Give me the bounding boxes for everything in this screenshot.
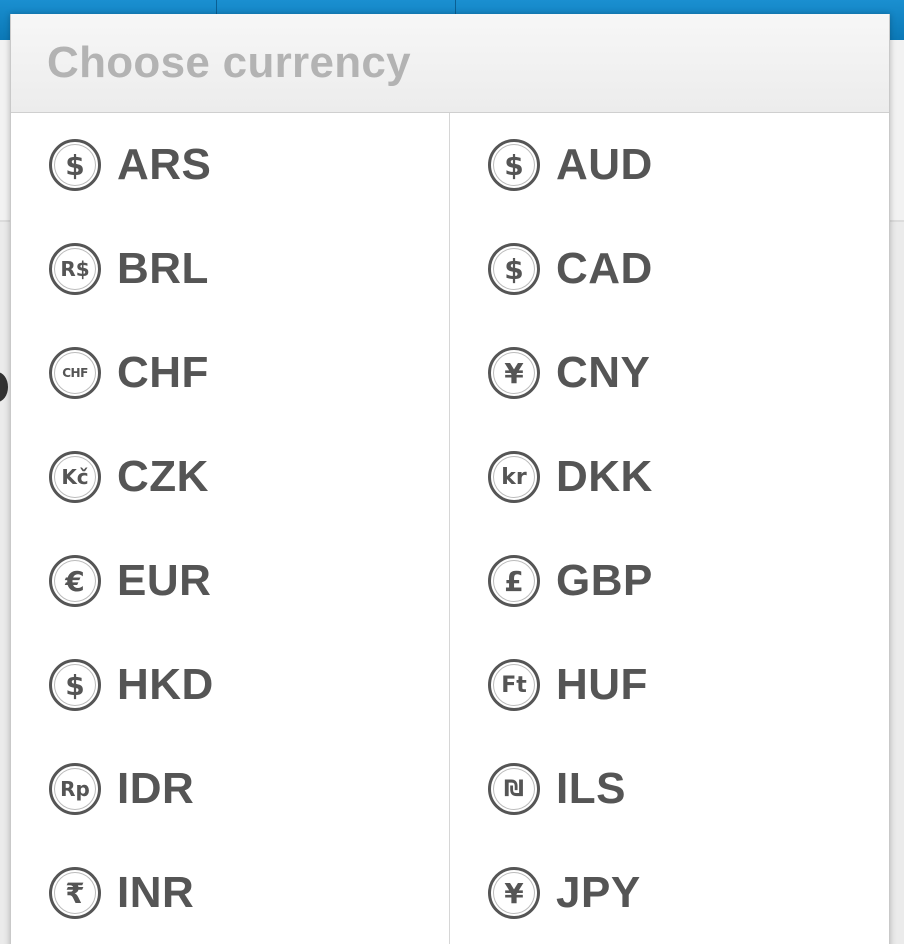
currency-code: DKK [556,452,653,501]
currency-option-hkd[interactable]: $ HKD [11,633,450,737]
real-coin-icon: R$ [49,243,101,295]
currency-option-dkk[interactable]: kr DKK [450,425,889,529]
dollar-coin-icon: $ [49,659,101,711]
currency-code: GBP [556,556,653,605]
dollar-coin-icon: $ [488,243,540,295]
currency-option-eur[interactable]: € EUR [11,529,450,633]
rupee-coin-icon: ₹ [49,867,101,919]
currency-option-ars[interactable]: $ ARS [11,113,450,217]
background-partial-glyph [0,372,8,402]
currency-option-brl[interactable]: R$ BRL [11,217,450,321]
shekel-coin-icon: ₪ [488,763,540,815]
forint-coin-icon: Ft [488,659,540,711]
currency-code: ILS [556,764,626,813]
currency-code: CHF [117,348,209,397]
currency-code: CNY [556,348,651,397]
currency-option-idr[interactable]: Rp IDR [11,737,450,841]
franc-coin-icon: CHF [49,347,101,399]
currency-option-chf[interactable]: CHF CHF [11,321,450,425]
currency-code: ARS [117,140,212,189]
currency-option-aud[interactable]: $ AUD [450,113,889,217]
dialog-header: Choose currency [11,14,889,113]
currency-grid: $ ARS $ AUD R$ BRL $ CAD CHF CHF ¥ CNY K… [11,113,889,944]
yuan-coin-icon: ¥ [488,347,540,399]
currency-code: AUD [556,140,653,189]
currency-code: CZK [117,452,209,501]
currency-code: HKD [117,660,214,709]
dialog-title: Choose currency [47,38,411,87]
currency-code: CAD [556,244,653,293]
currency-code: INR [117,868,195,917]
app-background: Choose currency $ ARS $ AUD R$ BRL $ CAD [0,0,904,944]
currency-code: HUF [556,660,648,709]
euro-coin-icon: € [49,555,101,607]
currency-code: IDR [117,764,195,813]
dollar-coin-icon: $ [488,139,540,191]
koruna-coin-icon: Kč [49,451,101,503]
currency-option-inr[interactable]: ₹ INR [11,841,450,944]
rupiah-coin-icon: Rp [49,763,101,815]
currency-code: JPY [556,868,641,917]
background-partial-link [0,660,6,694]
currency-picker-dialog: Choose currency $ ARS $ AUD R$ BRL $ CAD [10,14,890,944]
currency-option-cad[interactable]: $ CAD [450,217,889,321]
dollar-coin-icon: $ [49,139,101,191]
currency-code: EUR [117,556,212,605]
currency-option-czk[interactable]: Kč CZK [11,425,450,529]
currency-option-cny[interactable]: ¥ CNY [450,321,889,425]
currency-option-huf[interactable]: Ft HUF [450,633,889,737]
currency-code: BRL [117,244,209,293]
currency-option-jpy[interactable]: ¥ JPY [450,841,889,944]
pound-coin-icon: £ [488,555,540,607]
currency-option-ils[interactable]: ₪ ILS [450,737,889,841]
yen-coin-icon: ¥ [488,867,540,919]
krone-coin-icon: kr [488,451,540,503]
currency-option-gbp[interactable]: £ GBP [450,529,889,633]
